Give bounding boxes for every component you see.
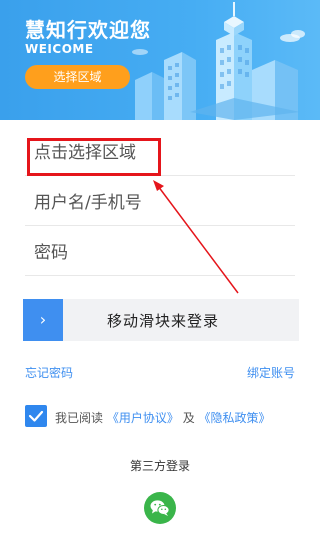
annotation-highlight-box xyxy=(27,138,161,176)
city-illustration xyxy=(132,2,305,120)
checkmark-icon xyxy=(28,410,44,422)
header-banner: 慧知行欢迎您 WEICOME 选择区域 xyxy=(0,0,320,120)
password-placeholder: 密码 xyxy=(34,243,68,263)
wechat-icon xyxy=(150,500,170,516)
agreement-checkbox[interactable] xyxy=(25,405,47,427)
agreement-prefix: 我已阅读 xyxy=(55,411,104,425)
slide-to-login-slider[interactable]: › 移动滑块来登录 xyxy=(23,299,299,341)
user-agreement-link[interactable]: 《用户协议》 xyxy=(107,411,179,425)
username-field[interactable]: 用户名/手机号 xyxy=(25,176,295,226)
agreement-and: 及 xyxy=(182,411,195,425)
forgot-password-link[interactable]: 忘记密码 xyxy=(25,364,73,381)
privacy-policy-link[interactable]: 《隐私政策》 xyxy=(199,411,271,425)
slider-handle[interactable]: › xyxy=(23,299,63,341)
password-field[interactable]: 密码 xyxy=(25,226,295,276)
app-subtitle: WEICOME xyxy=(25,42,94,56)
agreement-row: 我已阅读 《用户协议》 及 《隐私政策》 xyxy=(25,405,315,429)
bind-account-link[interactable]: 绑定账号 xyxy=(247,364,295,381)
third-party-login-title: 第三方登录 xyxy=(129,459,190,473)
slider-label: 移动滑块来登录 xyxy=(107,312,220,330)
wechat-login-button[interactable] xyxy=(144,492,176,524)
username-placeholder: 用户名/手机号 xyxy=(34,193,142,213)
select-region-button[interactable]: 选择区域 xyxy=(25,65,130,89)
agreement-text: 我已阅读 《用户协议》 及 《隐私政策》 xyxy=(55,409,271,426)
